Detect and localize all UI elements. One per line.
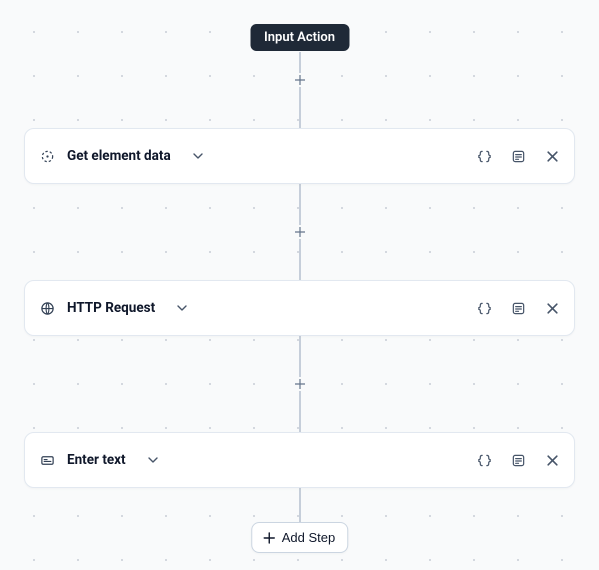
- step-card[interactable]: Enter text: [24, 432, 575, 488]
- form-icon: [39, 452, 55, 468]
- globe-icon: [39, 300, 55, 316]
- code-braces-icon[interactable]: [476, 300, 492, 316]
- step-header: Enter text: [39, 452, 476, 468]
- note-icon[interactable]: [510, 452, 526, 468]
- step-actions: [476, 148, 560, 164]
- step-title: Enter text: [67, 452, 126, 468]
- chevron-down-icon[interactable]: [146, 453, 160, 467]
- workflow-header-label: Input Action: [264, 30, 335, 45]
- insert-step-button[interactable]: [293, 73, 307, 87]
- chevron-down-icon[interactable]: [191, 149, 205, 163]
- code-braces-icon[interactable]: [476, 452, 492, 468]
- plus-icon: [295, 75, 305, 85]
- close-icon[interactable]: [544, 452, 560, 468]
- note-icon[interactable]: [510, 300, 526, 316]
- workflow-canvas: Input Action Get element data: [0, 0, 599, 570]
- step-header: HTTP Request: [39, 300, 476, 316]
- add-step-label: Add Step: [282, 530, 336, 545]
- step-title: HTTP Request: [67, 300, 155, 316]
- close-icon[interactable]: [544, 300, 560, 316]
- step-actions: [476, 452, 560, 468]
- connector-line: [299, 488, 300, 522]
- insert-step-button[interactable]: [293, 377, 307, 391]
- close-icon[interactable]: [544, 148, 560, 164]
- add-step-button[interactable]: Add Step: [251, 522, 349, 553]
- workflow-header-chip[interactable]: Input Action: [250, 24, 349, 51]
- step-header: Get element data: [39, 148, 476, 164]
- code-braces-icon[interactable]: [476, 148, 492, 164]
- step-card[interactable]: Get element data: [24, 128, 575, 184]
- step-actions: [476, 300, 560, 316]
- plus-icon: [295, 227, 305, 237]
- chevron-down-icon[interactable]: [175, 301, 189, 315]
- plus-icon: [295, 379, 305, 389]
- crosshair-icon: [39, 148, 55, 164]
- insert-step-button[interactable]: [293, 225, 307, 239]
- connector-line: [299, 52, 300, 128]
- plus-icon: [262, 531, 276, 545]
- step-card[interactable]: HTTP Request: [24, 280, 575, 336]
- step-title: Get element data: [67, 148, 171, 164]
- note-icon[interactable]: [510, 148, 526, 164]
